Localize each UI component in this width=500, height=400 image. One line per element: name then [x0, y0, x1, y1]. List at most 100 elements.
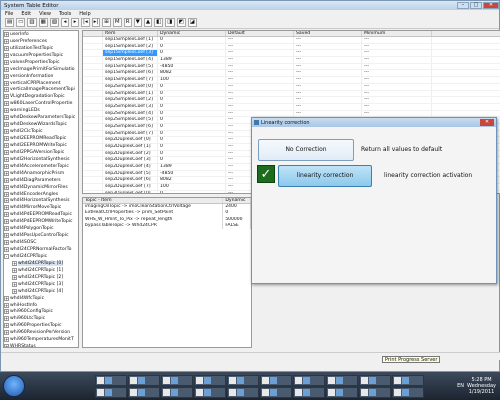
expand-toggle-icon[interactable]: +	[4, 240, 9, 246]
cell-dyn[interactable]: 0	[158, 43, 226, 50]
cell-dyn[interactable]: 1389	[158, 164, 226, 170]
taskbar-window-button[interactable]	[161, 386, 193, 398]
tree-item[interactable]: + whdI24CPRTopic [2]	[4, 274, 78, 281]
tree-item[interactable]: + whdI24CPRNormalFactorTo	[4, 246, 78, 253]
expand-toggle-icon[interactable]: +	[12, 288, 17, 294]
taskbar-window-button[interactable]	[392, 374, 424, 386]
tree-item[interactable]: + whdI4DynamicMirrorFiles	[4, 184, 78, 191]
taskbar-window-button[interactable]	[227, 386, 259, 398]
cell-sav[interactable]: ---	[294, 103, 362, 110]
cell-min[interactable]: ---	[362, 83, 432, 90]
tree-item[interactable]: + whdI4DiagParameters	[4, 177, 78, 184]
tree-item[interactable]: + whdI4WfcTopic	[4, 295, 78, 302]
tree-item[interactable]: + whi960PropertiesTopic	[4, 322, 78, 329]
col-topic-item[interactable]: Topic - Item	[83, 198, 224, 203]
tree-item[interactable]: + whdI24CPRTopic [0]	[4, 260, 78, 267]
toolbar-button-10[interactable]: M	[112, 18, 122, 27]
expand-toggle-icon[interactable]: +	[4, 80, 9, 86]
cell-item[interactable]: sep2SimplexCoef [3]	[103, 103, 158, 110]
cell-item[interactable]: sep1SimplexCoef [6]	[103, 70, 158, 77]
expand-toggle-icon[interactable]: +	[4, 177, 9, 183]
cell-sav[interactable]: ---	[294, 50, 362, 57]
cell-item[interactable]: sep1SimplexCoef [3]	[103, 50, 158, 57]
tree-item[interactable]: + whdI24CPRTopic [1]	[4, 267, 78, 274]
taskbar-window-button[interactable]	[161, 374, 193, 386]
toolbar-button-17[interactable]: ◪	[187, 18, 197, 27]
cell-dyn[interactable]: 0	[158, 150, 226, 157]
cell-dyn[interactable]: 8082	[158, 177, 226, 184]
cell-item[interactable]: sep1SimplexCoef [2]	[103, 43, 158, 50]
expand-toggle-icon[interactable]: +	[4, 212, 9, 218]
taskbar-window-button[interactable]	[359, 386, 391, 398]
expand-toggle-icon[interactable]: +	[4, 330, 9, 336]
cell-item[interactable]: sep2SimplexCoef [4]	[103, 110, 158, 117]
expand-toggle-icon[interactable]: +	[4, 233, 9, 239]
cell-dyn[interactable]: 0	[158, 110, 226, 117]
watch-row[interactable]: bypassTableTopic -> Whd24CPR FALSE	[83, 222, 251, 230]
cell-min[interactable]: ---	[362, 103, 432, 110]
cell-dyn[interactable]: 0	[158, 117, 226, 123]
cell-min[interactable]: ---	[362, 77, 432, 83]
cell-item[interactable]: sep1SimplexCoef [7]	[103, 77, 158, 83]
menu-file[interactable]: File	[5, 11, 13, 17]
expand-toggle-icon[interactable]: +	[4, 94, 9, 100]
tree-item[interactable]: + userInfo	[4, 31, 78, 38]
expand-toggle-icon[interactable]: +	[4, 73, 9, 79]
tree-item[interactable]: + whdDeskewParametersTopic	[4, 114, 78, 121]
tree-item[interactable]: + WHRStatus	[4, 343, 78, 347]
tree-item[interactable]: + whdI2EEPROMReadTopic	[4, 135, 78, 142]
clock[interactable]: 5:28 PM Wednesday 1/19/2011	[467, 377, 496, 395]
table-row[interactable]: sep1SimplexCoef [4] 1389 --- --- ---	[83, 57, 500, 64]
menu-tools[interactable]: Tools	[59, 11, 71, 17]
cell-sav[interactable]: ---	[294, 90, 362, 97]
expand-toggle-icon[interactable]: +	[4, 344, 9, 347]
tree-item[interactable]: + whdI24CPRTopic [4]	[4, 288, 78, 295]
cell-item[interactable]: sep2DuplexCoef [6]	[103, 177, 158, 184]
cell-item[interactable]: sep1SimplexCoef [4]	[103, 57, 158, 63]
maximize-button[interactable]: □	[470, 1, 482, 9]
expand-toggle-icon[interactable]: +	[4, 38, 9, 44]
table-row[interactable]: sep1SimplexCoef [2] 0 --- --- ---	[83, 43, 500, 51]
expand-toggle-icon[interactable]: +	[4, 184, 9, 190]
table-row[interactable]: sep2SimplexCoef [0] 0 --- --- ---	[83, 83, 500, 91]
cell-sav[interactable]: ---	[294, 43, 362, 50]
tree-item[interactable]: + whdI2CIcTopic	[4, 128, 78, 135]
expand-toggle-icon[interactable]: +	[4, 59, 9, 65]
col-saved[interactable]: Saved	[294, 31, 362, 36]
expand-toggle-icon[interactable]: +	[4, 337, 9, 343]
cell-sav[interactable]: ---	[294, 97, 362, 103]
cell-dyn[interactable]: 1389	[158, 57, 226, 63]
toolbar-button-5[interactable]: ◂	[61, 18, 70, 27]
cell-def[interactable]: ---	[226, 43, 294, 50]
cell-item[interactable]: sep3DuplexCoef [0]	[103, 190, 158, 193]
expand-toggle-icon[interactable]: +	[4, 302, 9, 308]
cell-item[interactable]: sep2SimplexCoef [5]	[103, 117, 158, 123]
cell-min[interactable]: ---	[362, 90, 432, 97]
cell-sav[interactable]: ---	[294, 83, 362, 90]
menu-edit[interactable]: Edit	[21, 11, 31, 17]
taskbar-window-button[interactable]	[128, 386, 160, 398]
start-button[interactable]	[3, 375, 25, 397]
expand-toggle-icon[interactable]: +	[4, 129, 9, 135]
cell-dyn[interactable]: 0	[158, 130, 226, 137]
cell-def[interactable]: ---	[226, 110, 294, 117]
expand-toggle-icon[interactable]: +	[4, 323, 9, 329]
expand-toggle-icon[interactable]: +	[4, 295, 9, 301]
tree-item[interactable]: + w860LaserControlPropertie	[4, 100, 78, 107]
cell-dyn[interactable]: 0	[158, 83, 226, 90]
cell-item[interactable]: sep2DuplexCoef [7]	[103, 184, 158, 190]
expand-toggle-icon[interactable]: +	[4, 122, 9, 128]
taskbar-window-button[interactable]	[95, 374, 127, 386]
cell-def[interactable]: ---	[226, 90, 294, 97]
taskbar-window-button[interactable]	[260, 386, 292, 398]
expand-toggle-icon[interactable]: +	[4, 170, 9, 176]
cell-dyn[interactable]: -4850	[158, 170, 226, 177]
cell-dyn[interactable]: 0	[158, 50, 226, 57]
cell-dyn[interactable]: -4850	[158, 63, 226, 70]
cell-def[interactable]: ---	[226, 97, 294, 103]
expand-toggle-icon[interactable]: -	[4, 253, 9, 259]
tree-item[interactable]: + whdI4MirrorMoveTopic	[4, 204, 78, 211]
taskbar-window-button[interactable]	[128, 374, 160, 386]
expand-toggle-icon[interactable]: +	[4, 101, 9, 107]
cell-def[interactable]: ---	[226, 83, 294, 90]
